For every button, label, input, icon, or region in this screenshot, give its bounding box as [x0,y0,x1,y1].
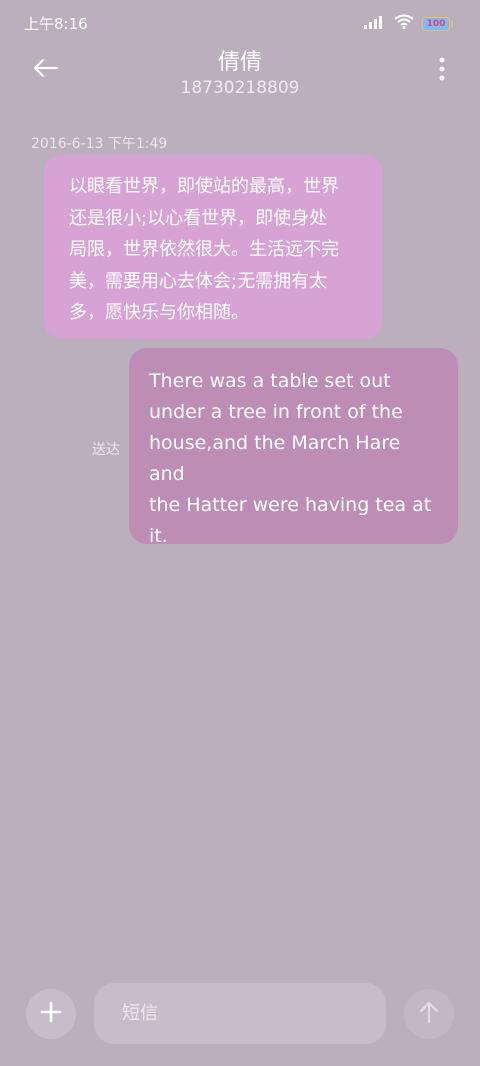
status-time: 上午8:16 [24,15,88,33]
message-line: 局限，世界依然很大。生活远不完 [69,239,339,260]
conversation-header: 倩倩 18730218809 [0,40,480,102]
status-icons: 100 [364,14,453,33]
delivery-status: 送达 [92,442,120,458]
message-input[interactable] [94,983,386,1044]
message-line: it. [149,525,168,547]
battery-icon: 100 [422,16,453,31]
more-options-button[interactable] [434,56,450,86]
message-timestamp: 2016-6-13 下午1:49 [31,136,168,152]
message-line: 还是很小;以心看世界，即使身处 [69,207,328,229]
arrow-up-icon [418,1000,440,1028]
message-composer [0,980,480,1050]
signal-bars-icon [364,14,386,33]
message-line: There was a table set out [149,370,391,392]
send-button[interactable] [404,989,454,1039]
message-line: 美，需要用心去体会;无需拥有太 [69,270,328,292]
message-line: the Hatter were having tea at [149,494,432,516]
message-line: 以眼看世界，即使站的最高，世界 [69,176,339,197]
received-message-bubble[interactable]: 以眼看世界，即使站的最高，世界 还是很小;以心看世界，即使身处 局限，世界依然很… [44,155,383,339]
message-line: 多，愿快乐与你相随。 [69,302,249,323]
sent-message-bubble[interactable]: There was a table set out under a tree i… [129,348,458,547]
wifi-icon [394,14,414,33]
add-attachment-button[interactable] [26,989,76,1039]
contact-name: 倩倩 [217,50,262,75]
plus-icon [40,1001,62,1027]
battery-level: 100 [426,18,446,29]
message-line: house,and the March Hare and [149,432,401,485]
message-line: under a tree in front of the [149,401,403,423]
contact-phone-number: 18730218809 [180,78,300,98]
more-vertical-icon [439,57,445,85]
